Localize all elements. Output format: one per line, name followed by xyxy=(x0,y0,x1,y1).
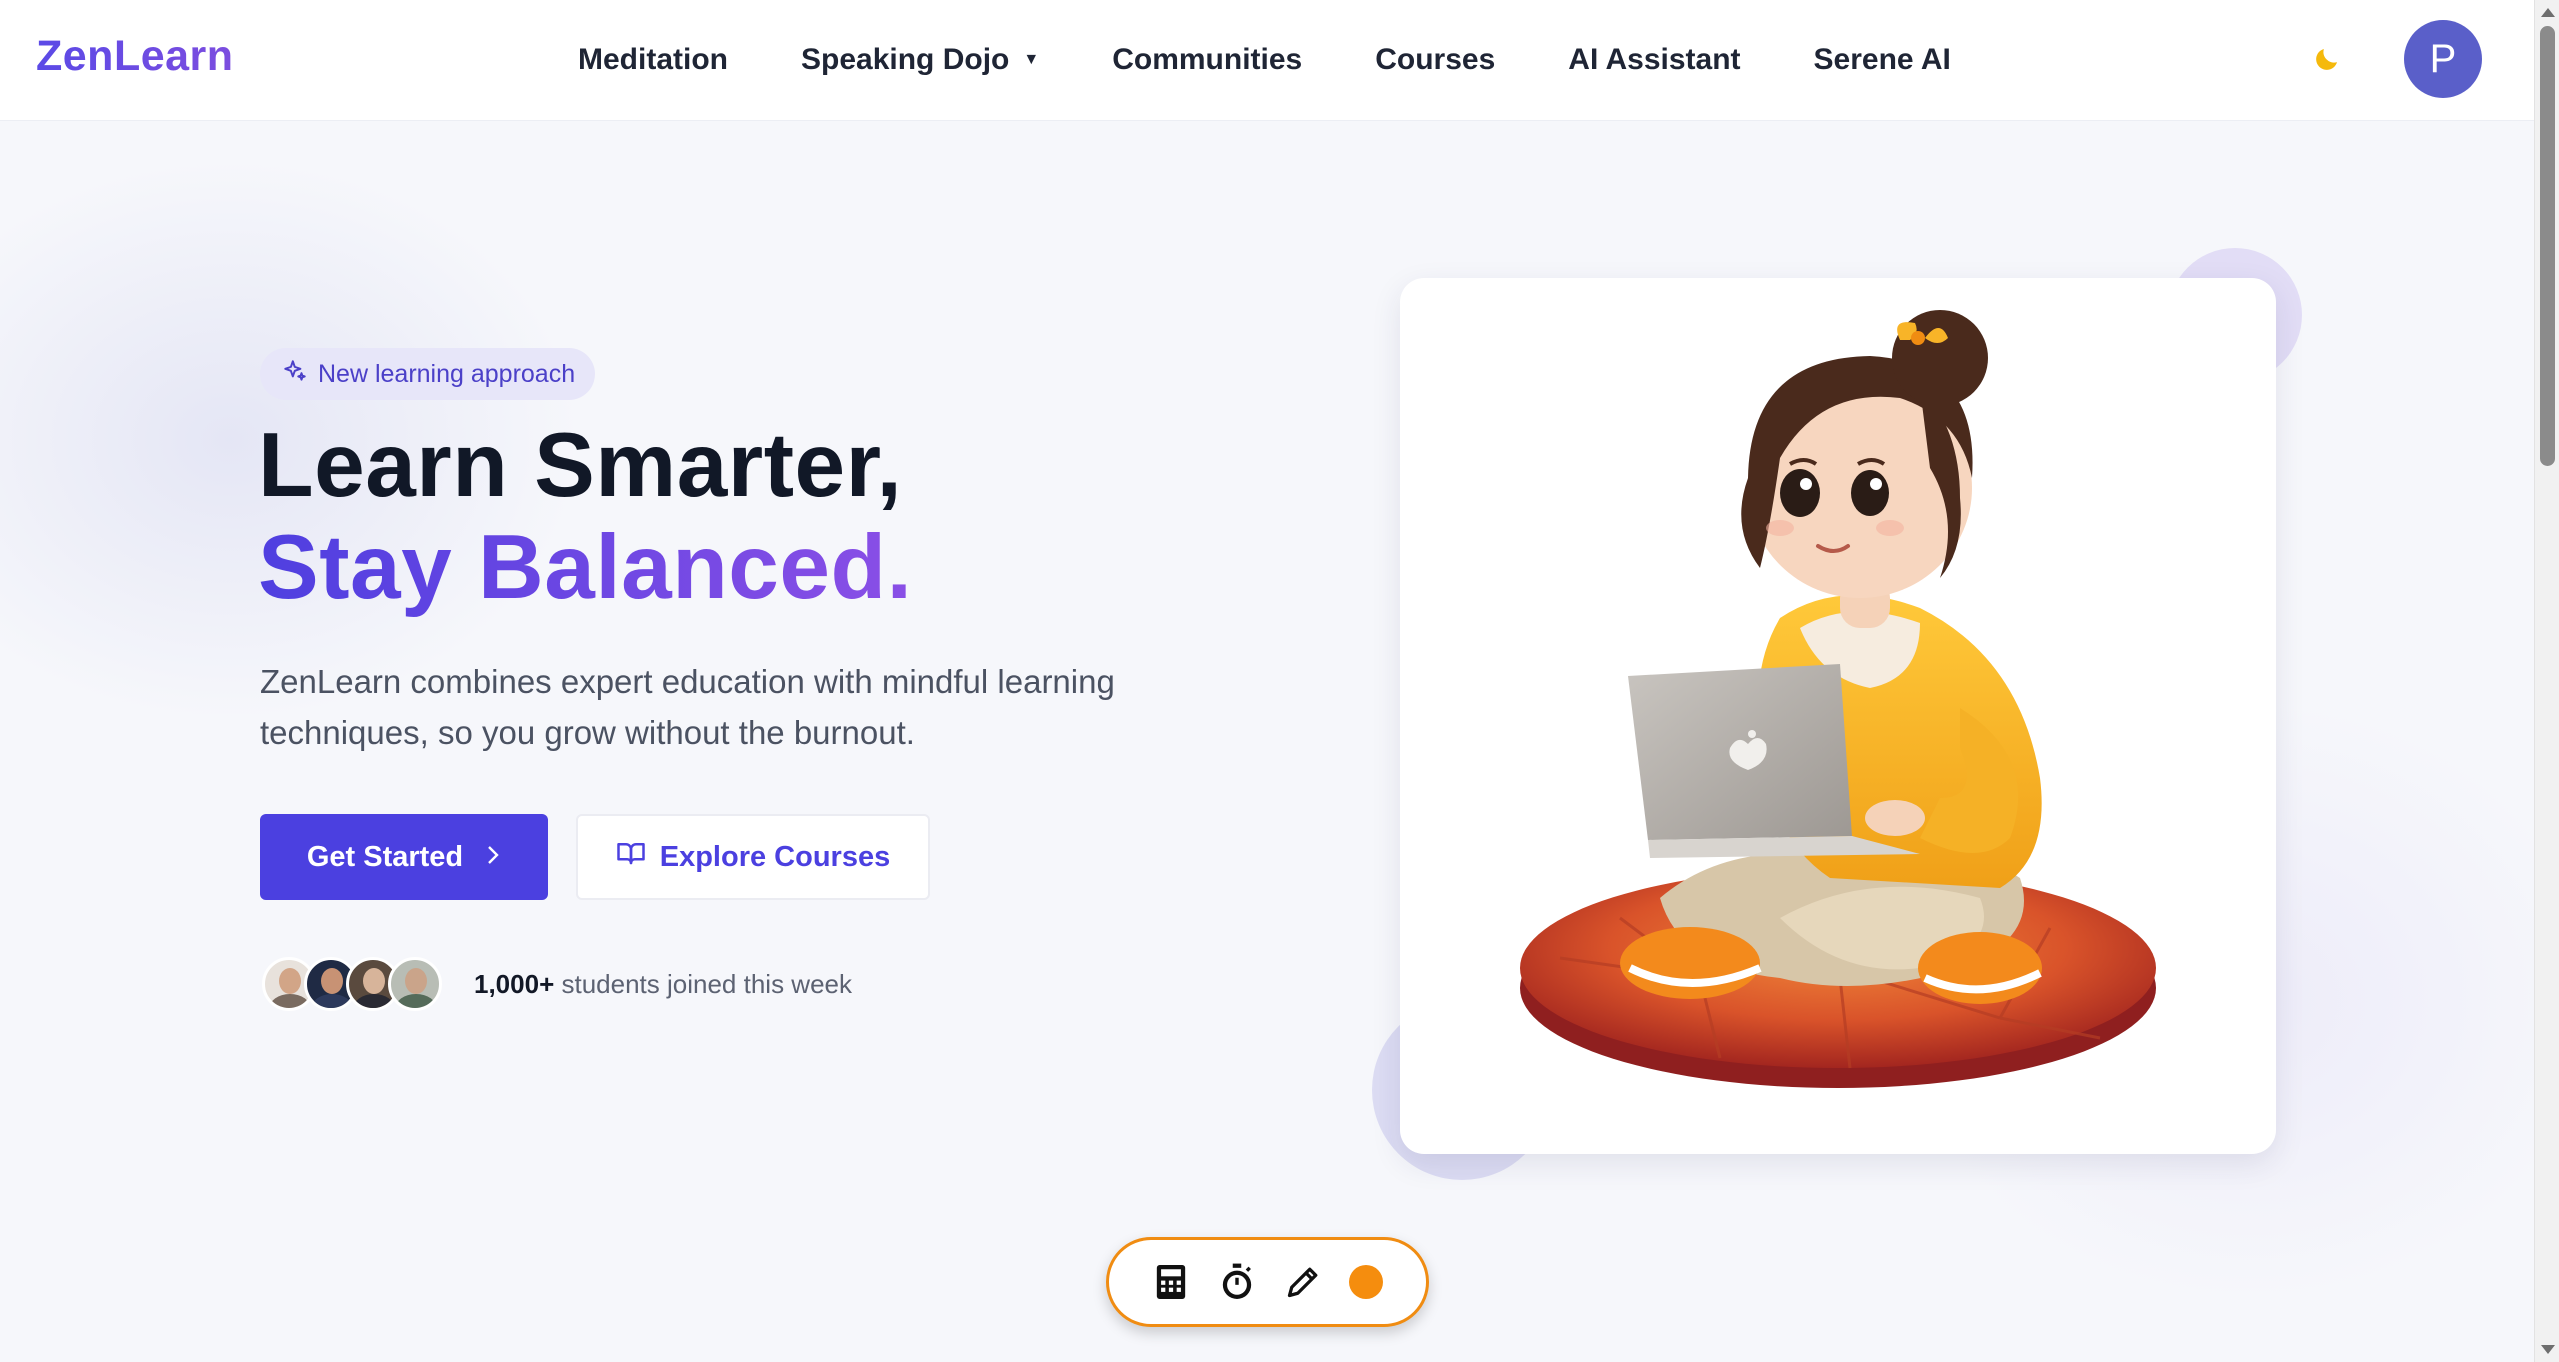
hero-image-card xyxy=(1400,278,2276,1154)
brand-logo[interactable]: ZenLearn xyxy=(36,32,234,81)
nav-item-communities[interactable]: Communities xyxy=(1112,43,1302,77)
girl-with-laptop-illustration xyxy=(1520,310,2156,1088)
nav-item-ai-assistant[interactable]: AI Assistant xyxy=(1568,43,1740,77)
user-avatar-button[interactable]: P xyxy=(2404,20,2482,98)
students-count: 1,000+ xyxy=(474,968,555,999)
hero-description: ZenLearn combines expert education with … xyxy=(260,663,1115,751)
nav-item-label: AI Assistant xyxy=(1568,43,1741,76)
new-approach-badge: New learning approach xyxy=(260,348,596,400)
students-caption: students joined this week xyxy=(561,968,852,999)
hero-title-line2: Stay Balanced. xyxy=(258,517,913,618)
moon-icon-svg xyxy=(2316,49,2337,70)
nav-item-courses[interactable]: Courses xyxy=(1375,43,1495,77)
stopwatch-icon[interactable] xyxy=(1217,1262,1257,1302)
pencil-icon[interactable] xyxy=(1283,1262,1323,1302)
nav-item-speaking-dojo[interactable]: Speaking Dojo ▼ xyxy=(801,43,1039,77)
nav-item-label: Speaking Dojo xyxy=(801,43,1010,76)
nav-item-label: Communities xyxy=(1112,43,1303,76)
caret-down-icon: ▼ xyxy=(1023,51,1040,68)
scroll-down-arrow-icon[interactable] xyxy=(2541,1345,2555,1354)
nav-item-label: Serene AI xyxy=(1813,43,1951,76)
nav-item-serene-ai[interactable]: Serene AI xyxy=(1814,43,1951,77)
book-open-icon xyxy=(616,838,646,876)
top-navbar: ZenLearn Meditation Speaking Dojo ▼ Comm… xyxy=(0,0,2534,121)
page-scrollbar[interactable] xyxy=(2534,0,2559,1362)
main-nav: Meditation Speaking Dojo ▼ Communities C… xyxy=(578,38,1951,82)
scroll-up-arrow-icon[interactable] xyxy=(2541,8,2555,17)
floating-toolbar xyxy=(1106,1237,1429,1327)
moon-icon[interactable] xyxy=(2310,42,2344,76)
explore-courses-button[interactable]: Explore Courses xyxy=(576,814,930,900)
sparkles-icon xyxy=(282,358,308,391)
nav-item-meditation[interactable]: Meditation xyxy=(578,43,728,77)
students-social-proof: 1,000+ students joined this week xyxy=(262,956,852,1012)
hero-title: Learn Smarter, Stay Balanced. xyxy=(258,415,912,619)
chevron-right-icon xyxy=(485,842,501,873)
nav-item-label: Meditation xyxy=(578,43,728,76)
get-started-button[interactable]: Get Started xyxy=(260,814,548,900)
status-dot[interactable] xyxy=(1349,1265,1383,1299)
scrollbar-thumb[interactable] xyxy=(2540,26,2555,466)
nav-item-label: Courses xyxy=(1375,43,1496,76)
button-label: Get Started xyxy=(306,840,464,873)
students-joined-text: 1,000+ students joined this week xyxy=(474,969,852,1000)
calculator-icon[interactable] xyxy=(1151,1262,1191,1302)
button-label: Explore Courses xyxy=(659,840,891,873)
badge-label: New learning approach xyxy=(318,359,576,388)
student-avatar xyxy=(388,957,442,1011)
hero-title-line1: Learn Smarter, xyxy=(258,415,903,516)
